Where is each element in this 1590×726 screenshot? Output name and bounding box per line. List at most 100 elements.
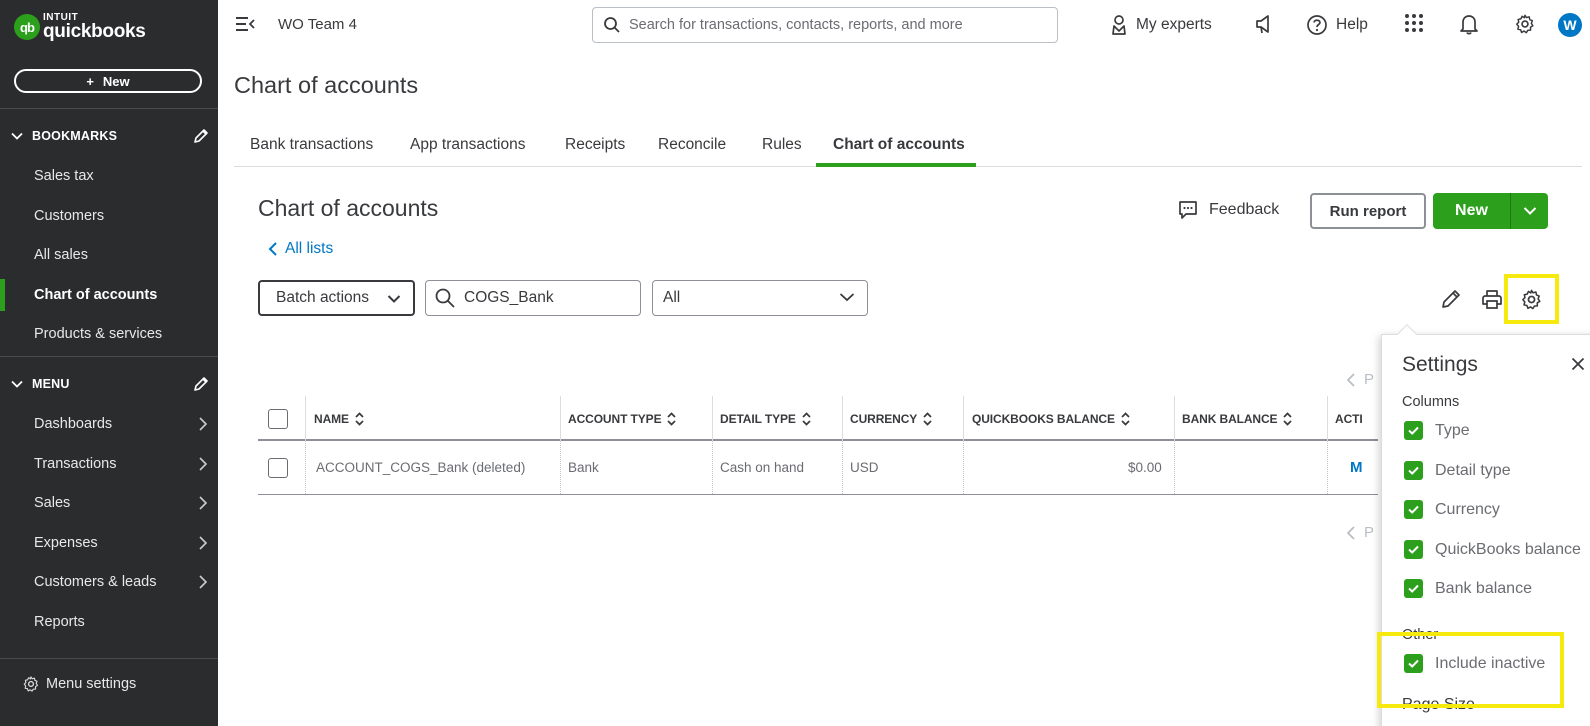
checkbox-checked[interactable] bbox=[1404, 540, 1423, 559]
tab-bar: Bank transactions App transactions Recei… bbox=[234, 130, 1582, 167]
header-account-type[interactable]: ACCOUNT TYPE bbox=[568, 396, 677, 441]
edit-bookmarks-pencil-icon[interactable] bbox=[192, 127, 210, 145]
sidebar-item-label: Customers & leads bbox=[34, 574, 157, 590]
chevron-right-icon bbox=[199, 457, 208, 471]
cell-divider bbox=[712, 441, 713, 494]
company-name[interactable]: WO Team 4 bbox=[278, 16, 357, 33]
pagination-bottom[interactable]: P bbox=[1346, 524, 1374, 541]
account-filter-input[interactable] bbox=[464, 289, 634, 307]
checkmark-icon bbox=[1408, 466, 1419, 475]
tab-rules[interactable]: Rules bbox=[762, 136, 802, 154]
pagination-top[interactable]: P bbox=[1346, 371, 1374, 388]
sidebar-item-all-sales[interactable]: All sales bbox=[0, 237, 218, 273]
chevron-down-icon bbox=[839, 293, 855, 302]
apps-grid-icon[interactable] bbox=[1404, 13, 1424, 33]
sidebar-item-dashboards[interactable]: Dashboards bbox=[0, 406, 218, 442]
global-search[interactable] bbox=[592, 7, 1058, 43]
checkbox-checked[interactable] bbox=[1404, 579, 1423, 598]
menu-settings-link[interactable]: Menu settings bbox=[22, 675, 136, 693]
pagination-label: P bbox=[1364, 524, 1375, 541]
sort-icon bbox=[355, 411, 364, 426]
tab-bank-transactions[interactable]: Bank transactions bbox=[250, 136, 373, 154]
bookmarks-section-header[interactable]: BOOKMARKS bbox=[10, 126, 210, 146]
sidebar-item-chart-of-accounts[interactable]: Chart of accounts bbox=[0, 277, 218, 313]
header-name[interactable]: NAME bbox=[314, 396, 364, 441]
header-bank-balance[interactable]: BANK BALANCE bbox=[1182, 396, 1293, 441]
new-account-button[interactable]: New bbox=[1433, 193, 1510, 229]
feedback-label: Feedback bbox=[1209, 201, 1280, 218]
sidebar-item-products-services[interactable]: Products & services bbox=[0, 316, 218, 352]
chevron-left-icon bbox=[268, 242, 277, 256]
run-report-button[interactable]: Run report bbox=[1310, 193, 1426, 229]
account-filter-field[interactable] bbox=[425, 280, 641, 316]
column-option-type[interactable]: Type bbox=[1404, 421, 1470, 440]
table-header: NAME ACCOUNT TYPE DETAIL TYPE CURRENCY Q… bbox=[258, 396, 1378, 441]
sidebar-item-reports[interactable]: Reports bbox=[0, 604, 218, 640]
print-icon[interactable] bbox=[1481, 288, 1503, 310]
sidebar: qb INTUIT quickbooks + New BOOKMARKS Sal… bbox=[0, 0, 218, 726]
global-search-input[interactable] bbox=[629, 17, 1049, 33]
cell-divider bbox=[1174, 441, 1175, 494]
settings-panel-title: Settings bbox=[1402, 353, 1478, 376]
sidebar-item-label: Customers bbox=[34, 208, 105, 224]
account-status-select[interactable]: All bbox=[652, 280, 868, 316]
header-quickbooks-balance[interactable]: QUICKBOOKS BALANCE bbox=[972, 396, 1130, 441]
settings-gear-icon[interactable] bbox=[1514, 13, 1536, 35]
sidebar-new-button[interactable]: + New bbox=[14, 69, 202, 93]
cell-divider bbox=[560, 441, 561, 494]
tab-app-transactions[interactable]: App transactions bbox=[410, 136, 525, 154]
notification-bell-icon[interactable] bbox=[1459, 13, 1479, 35]
sidebar-item-sales[interactable]: Sales bbox=[0, 485, 218, 521]
megaphone-icon[interactable] bbox=[1253, 13, 1275, 35]
row-checkbox[interactable] bbox=[268, 457, 288, 478]
batch-actions-label: Batch actions bbox=[276, 289, 370, 306]
checkbox-checked[interactable] bbox=[1404, 421, 1423, 440]
sidebar-new-label: New bbox=[102, 73, 130, 89]
header-detail-type[interactable]: DETAIL TYPE bbox=[720, 396, 811, 441]
option-label: Currency bbox=[1435, 500, 1500, 518]
column-option-quickbooks-balance[interactable]: QuickBooks balance bbox=[1404, 540, 1581, 559]
column-option-currency[interactable]: Currency bbox=[1404, 500, 1500, 519]
header-currency[interactable]: CURRENCY bbox=[850, 396, 932, 441]
checkmark-icon bbox=[1408, 505, 1419, 514]
batch-actions-dropdown[interactable]: Batch actions bbox=[258, 280, 415, 316]
checkbox-checked[interactable] bbox=[1404, 461, 1423, 480]
feedback-button[interactable]: Feedback bbox=[1177, 199, 1279, 221]
header-label: ACCOUNT TYPE bbox=[568, 411, 662, 426]
all-lists-link[interactable]: All lists bbox=[268, 240, 333, 258]
checkbox-checked[interactable] bbox=[1404, 500, 1423, 519]
sidebar-item-transactions[interactable]: Transactions bbox=[0, 446, 218, 482]
quickbooks-logo[interactable]: qb INTUIT quickbooks bbox=[14, 13, 146, 41]
user-avatar[interactable]: W bbox=[1558, 13, 1582, 37]
tab-chart-of-accounts[interactable]: Chart of accounts bbox=[833, 136, 965, 154]
sort-icon bbox=[802, 411, 811, 426]
collapse-menu-icon[interactable] bbox=[234, 15, 256, 33]
column-divider bbox=[1174, 396, 1175, 441]
my-experts-link[interactable]: My experts bbox=[1110, 14, 1212, 36]
tab-reconcile[interactable]: Reconcile bbox=[658, 136, 726, 154]
sidebar-item-sales-tax[interactable]: Sales tax bbox=[0, 158, 218, 194]
tab-receipts[interactable]: Receipts bbox=[565, 136, 625, 154]
sidebar-item-customers[interactable]: Customers bbox=[0, 198, 218, 234]
close-icon[interactable] bbox=[1571, 357, 1585, 371]
chevron-right-icon bbox=[199, 496, 208, 510]
all-lists-label: All lists bbox=[285, 240, 334, 257]
help-link[interactable]: Help bbox=[1306, 14, 1368, 36]
cell-action-link[interactable]: M bbox=[1350, 441, 1363, 494]
sidebar-item-customers-leads[interactable]: Customers & leads bbox=[0, 564, 218, 600]
sidebar-item-expenses[interactable]: Expenses bbox=[0, 525, 218, 561]
sidebar-item-label: Reports bbox=[34, 614, 85, 630]
header-label: BANK BALANCE bbox=[1182, 411, 1278, 426]
chevron-right-icon bbox=[199, 575, 208, 589]
column-option-detail-type[interactable]: Detail type bbox=[1404, 461, 1511, 480]
columns-section-label: Columns bbox=[1402, 394, 1460, 410]
gear-highlight-box bbox=[1504, 274, 1559, 324]
sidebar-divider bbox=[0, 356, 218, 357]
select-all-checkbox[interactable] bbox=[268, 408, 288, 429]
table-row[interactable]: ACCOUNT_COGS_Bank (deleted) Bank Cash on… bbox=[258, 441, 1378, 495]
edit-pencil-icon[interactable] bbox=[1440, 288, 1462, 310]
menu-section-header[interactable]: MENU bbox=[10, 374, 210, 394]
new-dropdown-button[interactable] bbox=[1511, 193, 1548, 229]
edit-menu-pencil-icon[interactable] bbox=[192, 375, 210, 393]
column-option-bank-balance[interactable]: Bank balance bbox=[1404, 579, 1532, 598]
